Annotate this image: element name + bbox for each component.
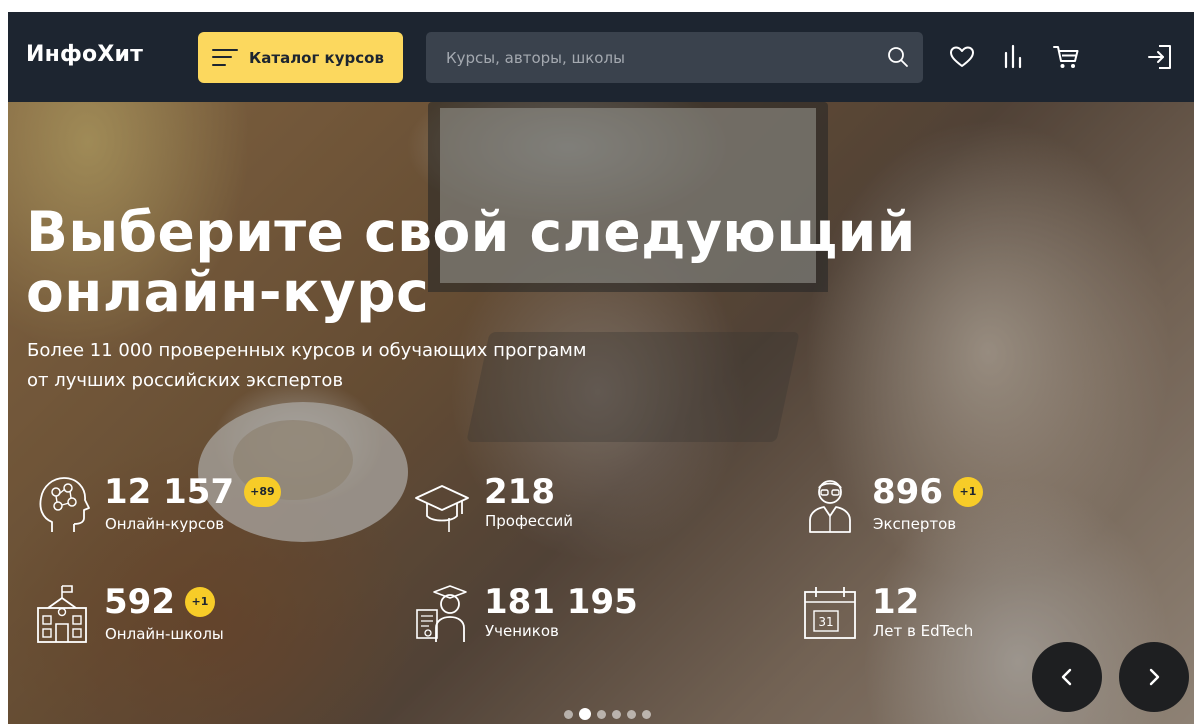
- stat-schools: 592 +1 Онлайн-школы: [34, 582, 334, 652]
- page-frame: ИнфоХит Каталог курсов Курсы, авторы, шк…: [8, 12, 1194, 724]
- stat-professions: 218 Профессий: [414, 472, 674, 542]
- stat-schools-label: Онлайн-школы: [105, 625, 224, 643]
- catalog-button-label: Каталог курсов: [249, 48, 384, 67]
- carousel-next-button[interactable]: [1119, 642, 1189, 712]
- hero-subtitle: Более 11 000 проверенных курсов и обучаю…: [27, 336, 687, 396]
- site-header: ИнфоХит Каталог курсов: [8, 12, 1194, 102]
- carousel-dot[interactable]: [564, 709, 573, 719]
- stat-schools-badge: +1: [184, 587, 215, 617]
- carousel-dot[interactable]: [642, 709, 651, 719]
- heart-icon[interactable]: [948, 43, 976, 71]
- hero-subtitle-line1: Более 11 000 проверенных курсов и обучаю…: [27, 340, 587, 361]
- catalog-button[interactable]: Каталог курсов: [198, 32, 403, 83]
- hero-banner: Выберите свой следующий онлайн-курс Боле…: [8, 102, 1194, 724]
- stat-students-value: 181 195: [484, 582, 638, 622]
- chevron-left-icon: [1061, 668, 1072, 686]
- cart-icon[interactable]: [1052, 43, 1080, 71]
- stat-courses-badge: +89: [244, 477, 281, 507]
- graduation-cap-icon: [415, 485, 469, 532]
- stat-courses-label: Онлайн-курсов: [105, 515, 225, 533]
- carousel-dot[interactable]: [612, 709, 621, 719]
- stat-years-label: Лет в EdTech: [873, 622, 974, 640]
- student-icon: [416, 585, 467, 642]
- search-bar: [426, 32, 923, 83]
- stat-students-label: Учеников: [485, 622, 559, 640]
- stat-professions-label: Профессий: [485, 512, 574, 530]
- carousel-dot[interactable]: [579, 708, 591, 720]
- carousel-dot[interactable]: [627, 709, 636, 719]
- stat-experts-badge: +1: [952, 477, 983, 507]
- brain-head-icon: [39, 477, 90, 532]
- search-icon[interactable]: [887, 46, 909, 68]
- stat-years-value: 12: [872, 582, 920, 622]
- chevron-right-icon: [1149, 668, 1160, 686]
- site-logo[interactable]: ИнфоХит: [26, 42, 143, 67]
- hero-title: Выберите свой следующий онлайн-курс: [26, 200, 916, 324]
- stat-schools-value: 592 +1: [104, 582, 215, 622]
- carousel-dots: [564, 708, 651, 720]
- school-building-icon: [37, 585, 87, 643]
- stat-years: 31 12 Лет в EdTech: [802, 582, 1102, 652]
- compare-icon[interactable]: [1000, 43, 1028, 71]
- stat-experts-value: 896 +1: [872, 472, 983, 512]
- calendar-day: 31: [818, 615, 833, 629]
- stat-students: 181 195 Учеников: [414, 582, 714, 652]
- hero-subtitle-line2: от лучших российских экспертов: [27, 370, 344, 391]
- stat-courses-value: 12 157 +89: [104, 472, 281, 512]
- stat-experts: 896 +1 Экспертов: [802, 472, 1102, 542]
- expert-person-icon: [809, 480, 851, 533]
- stat-professions-value: 218: [484, 472, 555, 512]
- stat-courses: 12 157 +89 Онлайн-курсов: [34, 472, 334, 542]
- stat-experts-label: Экспертов: [873, 515, 957, 533]
- login-icon[interactable]: [1146, 43, 1174, 71]
- carousel-dot[interactable]: [597, 709, 606, 719]
- search-input[interactable]: [426, 32, 866, 83]
- menu-icon: [212, 48, 238, 67]
- carousel-prev-button[interactable]: [1032, 642, 1102, 712]
- calendar-icon: 31: [804, 587, 856, 639]
